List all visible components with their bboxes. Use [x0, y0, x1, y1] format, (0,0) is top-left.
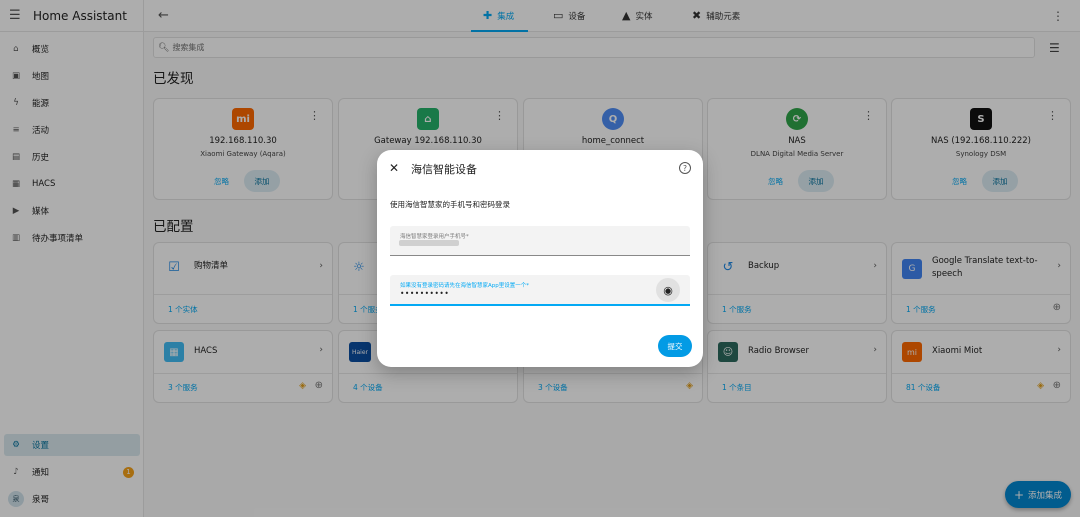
eye-icon[interactable]: ◉ — [656, 278, 680, 302]
close-icon[interactable]: ✕ — [389, 161, 399, 175]
dialog-description: 使用海信智慧家的手机号和密码登录 — [390, 200, 510, 209]
submit-button[interactable]: 提交 — [658, 335, 692, 357]
help-icon[interactable]: ? — [679, 162, 691, 174]
password-field-label: 如果没有登录密码请先在海信智慧家App里设置一个* — [400, 283, 529, 289]
phone-field-label: 海信智慧家登录用户手机号* — [400, 234, 469, 240]
phone-value-redacted — [399, 240, 459, 246]
dialog-title: 海信智能设备 — [411, 163, 477, 176]
phone-field[interactable]: 海信智慧家登录用户手机号* — [390, 226, 690, 256]
password-value: •••••••••• — [400, 289, 450, 298]
password-field[interactable]: 如果没有登录密码请先在海信智慧家App里设置一个* •••••••••• ◉ — [390, 275, 690, 306]
config-flow-dialog: ✕ 海信智能设备 ? 使用海信智慧家的手机号和密码登录 海信智慧家登录用户手机号… — [377, 150, 703, 367]
